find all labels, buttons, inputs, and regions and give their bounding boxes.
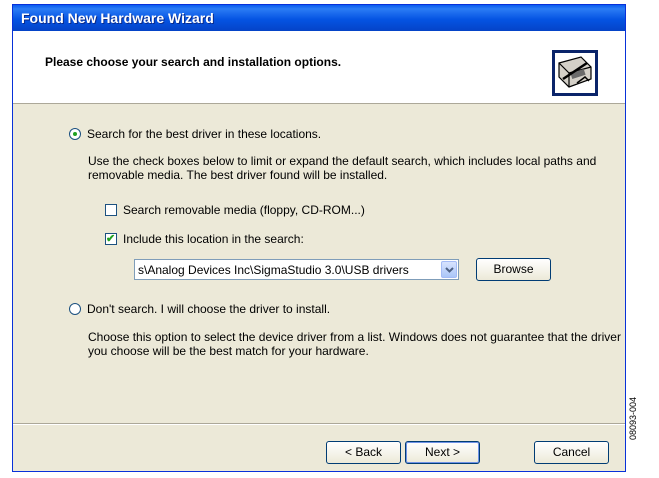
window-title: Found New Hardware Wizard <box>21 10 214 26</box>
search-option[interactable]: Search for the best driver in these loca… <box>69 127 321 141</box>
location-combobox[interactable]: s\Analog Devices Inc\SigmaStudio 3.0\USB… <box>134 259 459 280</box>
dont-search-label: Don't search. I will choose the driver t… <box>87 302 331 316</box>
dont-search-option[interactable]: Don't search. I will choose the driver t… <box>69 302 330 316</box>
hardware-icon <box>552 50 598 96</box>
wizard-window: Found New Hardware Wizard Please choose … <box>12 4 626 472</box>
header-title: Please choose your search and installati… <box>45 55 342 69</box>
search-radio[interactable] <box>69 128 81 140</box>
title-bar[interactable]: Found New Hardware Wizard <box>13 5 625 31</box>
location-value: s\Analog Devices Inc\SigmaStudio 3.0\USB… <box>138 263 409 277</box>
next-button[interactable]: Next > <box>405 441 480 464</box>
include-location-checkbox[interactable]: ✔ <box>105 233 117 245</box>
cancel-button[interactable]: Cancel <box>534 441 609 464</box>
dropdown-button[interactable] <box>441 261 457 278</box>
include-location-label: Include this location in the search: <box>123 232 304 246</box>
removable-media-option[interactable]: Search removable media (floppy, CD-ROM..… <box>105 203 365 217</box>
back-button[interactable]: < Back <box>326 441 401 464</box>
figure-label: 08093-004 <box>628 396 638 440</box>
browse-button[interactable]: Browse <box>476 258 551 281</box>
dont-search-radio[interactable] <box>69 303 81 315</box>
checkmark-icon: ✔ <box>106 233 116 245</box>
removable-media-checkbox[interactable] <box>105 204 117 216</box>
chevron-down-icon <box>445 267 454 273</box>
search-option-label: Search for the best driver in these loca… <box>87 127 322 141</box>
include-location-option[interactable]: ✔ Include this location in the search: <box>105 232 304 246</box>
footer-divider <box>13 423 625 425</box>
dont-search-description: Choose this option to select the device … <box>88 330 621 358</box>
search-description: Use the check boxes below to limit or ex… <box>88 154 597 182</box>
wizard-header: Please choose your search and installati… <box>13 31 625 104</box>
removable-media-label: Search removable media (floppy, CD-ROM..… <box>123 203 365 217</box>
